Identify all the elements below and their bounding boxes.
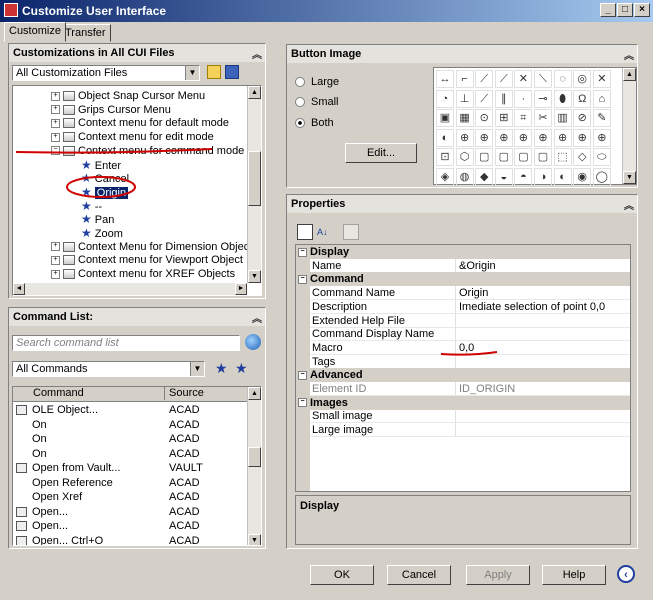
annotation-underline-command-mode xyxy=(15,148,213,154)
annotation-underline-macro xyxy=(440,351,498,356)
annotation-overlay xyxy=(15,148,498,356)
annotation-circle-origin xyxy=(66,176,136,198)
tab-customize[interactable]: Customize xyxy=(4,22,66,42)
